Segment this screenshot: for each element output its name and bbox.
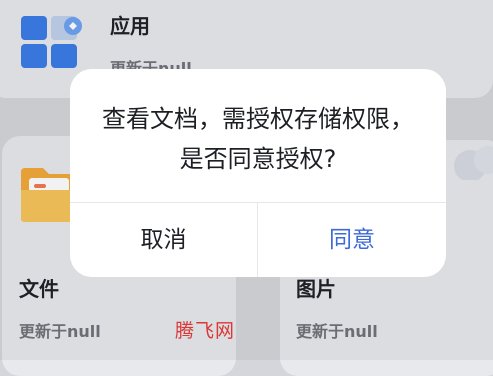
cancel-button[interactable]: 取消 — [70, 203, 257, 277]
dialog-message: 查看文档，需授权存储权限，是否同意授权? — [102, 105, 414, 173]
permission-dialog: 查看文档，需授权存储权限，是否同意授权? 取消 同意 — [70, 69, 446, 277]
agree-button[interactable]: 同意 — [258, 203, 446, 277]
